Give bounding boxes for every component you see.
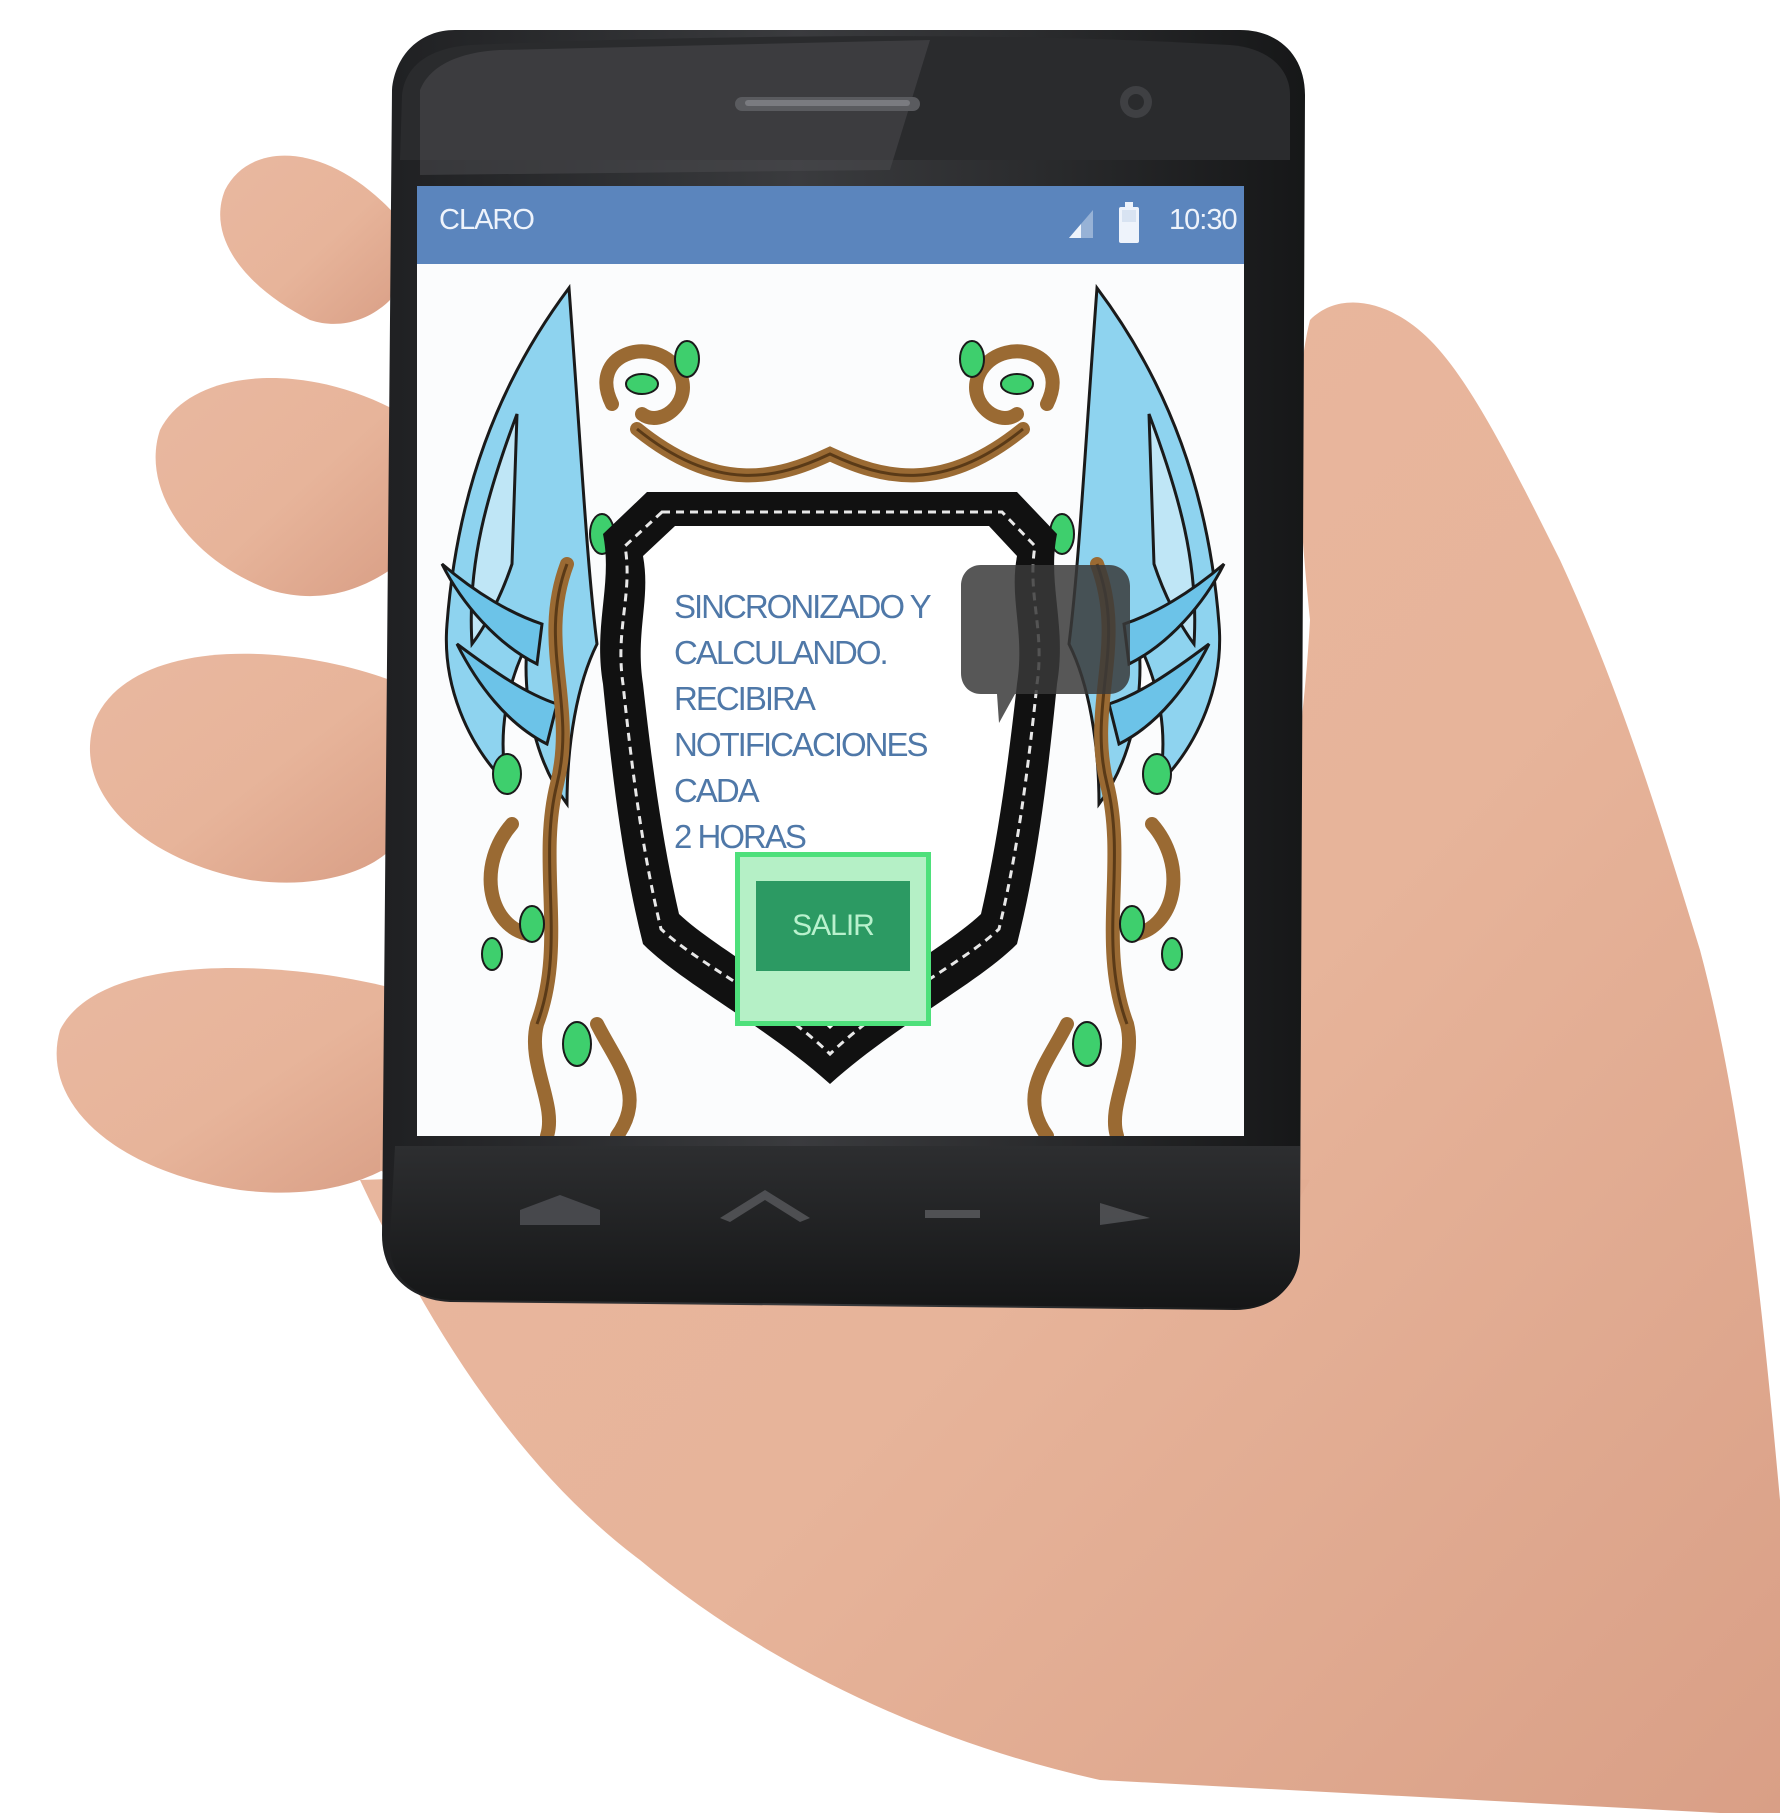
battery-icon <box>1119 202 1139 243</box>
right-wing <box>1067 283 1226 809</box>
carrier-label: CLARO <box>439 204 535 236</box>
finger-2 <box>155 377 395 597</box>
sync-status-message: SINCRONIZADO Y CALCULANDO. RECIBIRA NOTI… <box>674 584 1004 860</box>
finger-1 <box>220 155 400 324</box>
exit-button-frame: SALIR <box>735 852 931 1026</box>
photo-scene: CLARO 10:30 SINCRONIZADO Y CALCULANDO. R… <box>0 0 1780 1813</box>
message-line: SINCRONIZADO Y <box>674 588 932 625</box>
left-wing <box>440 283 599 809</box>
message-line: RECIBIRA <box>674 680 816 717</box>
clock: 10:30 <box>1169 204 1238 236</box>
app-screen: SINCRONIZADO Y CALCULANDO. RECIBIRA NOTI… <box>417 264 1244 1136</box>
chat-bubble-icon[interactable] <box>959 563 1132 725</box>
message-line: 2 HORAS <box>674 818 807 855</box>
status-bar: CLARO 10:30 <box>417 186 1244 264</box>
signal-icon <box>1069 210 1093 238</box>
finger-4 <box>56 967 400 1193</box>
message-line: CALCULANDO. <box>674 634 889 671</box>
exit-button[interactable]: SALIR <box>756 881 910 971</box>
finger-3 <box>89 653 390 883</box>
message-line: NOTIFICACIONES CADA <box>674 726 929 809</box>
